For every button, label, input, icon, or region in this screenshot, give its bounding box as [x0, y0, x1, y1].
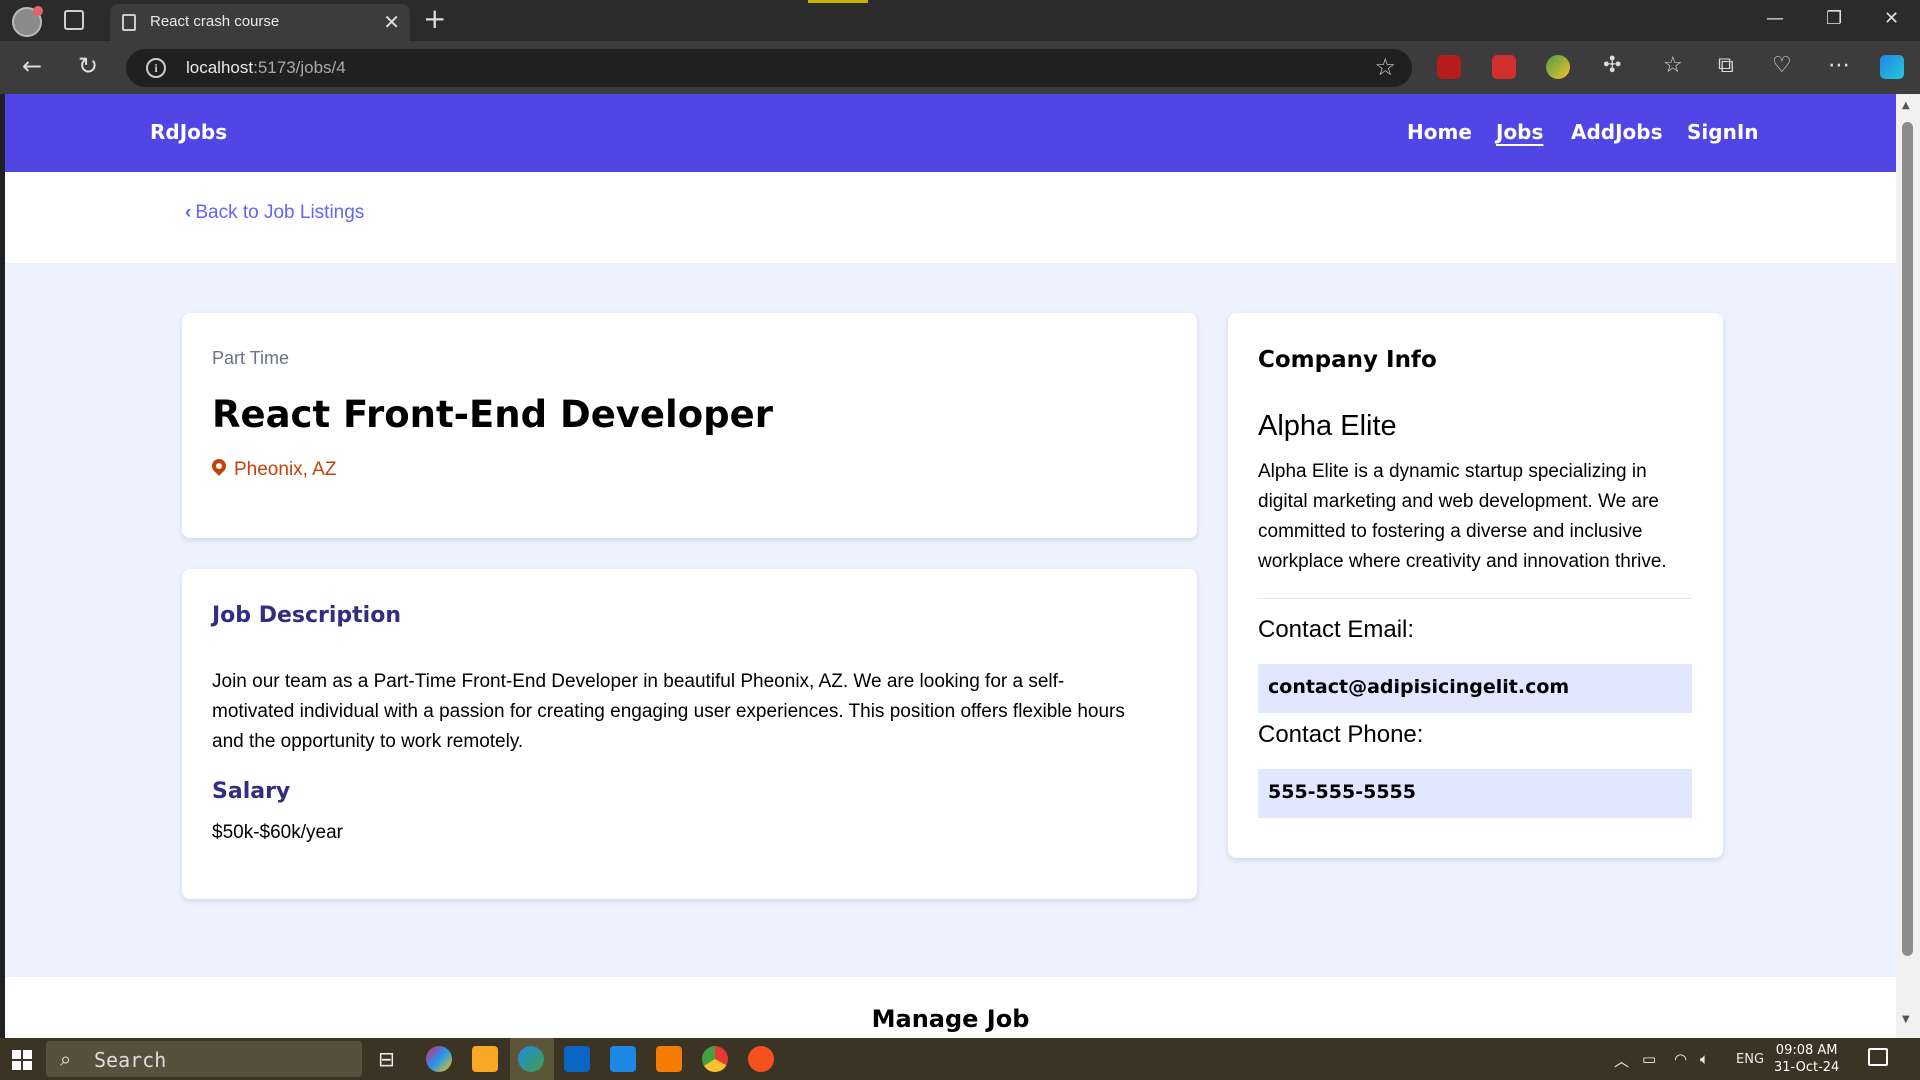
- scroll-up-icon[interactable]: ▲: [1902, 100, 1910, 111]
- edge-browser-icon[interactable]: [518, 1046, 544, 1072]
- top-navbar: RdJobs Home Jobs AddJobs SignIn: [5, 94, 1896, 172]
- tab-title: React crash course: [150, 13, 280, 30]
- map-marker-icon: [209, 456, 229, 476]
- linkedin-icon[interactable]: [564, 1046, 590, 1072]
- job-type: Part Time: [212, 348, 290, 368]
- job-location: Pheonix, AZ: [209, 456, 336, 481]
- scrollbar-thumb[interactable]: [1902, 122, 1913, 956]
- contact-phone-label: Contact Phone:: [1258, 721, 1424, 748]
- tab-actions-icon[interactable]: [64, 10, 84, 30]
- sublime-icon[interactable]: [656, 1046, 682, 1072]
- company-name: Alpha Elite: [1258, 410, 1397, 442]
- chevron-up-icon[interactable]: ︿: [1614, 1050, 1629, 1071]
- file-explorer-icon[interactable]: [472, 1046, 498, 1072]
- company-description: Alpha Elite is a dynamic startup special…: [1258, 461, 1667, 572]
- clock-date: 31-Oct-24: [1774, 1060, 1840, 1075]
- color-extension-icon[interactable]: [1546, 55, 1570, 79]
- nav-link-home[interactable]: Home: [1407, 120, 1472, 144]
- vscode-icon[interactable]: [610, 1046, 636, 1072]
- brand-logo[interactable]: RdJobs: [150, 120, 227, 144]
- extensions-puzzle-icon[interactable]: ✣: [1603, 54, 1621, 78]
- copilot-icon[interactable]: [1880, 55, 1904, 79]
- browser-tab-bar: React crash course ✕ + — ❐ ✕: [0, 0, 1920, 41]
- back-to-listings-link[interactable]: ‹ Back to Job Listings: [185, 202, 364, 224]
- collections-icon[interactable]: ⧉: [1718, 54, 1734, 78]
- copilot-app-icon[interactable]: [426, 1046, 452, 1072]
- language-indicator[interactable]: ENG: [1736, 1052, 1764, 1067]
- nav-link-signin[interactable]: SignIn: [1687, 120, 1759, 144]
- nav-link-addjobs[interactable]: AddJobs: [1571, 120, 1663, 144]
- windows-taskbar: ⌕ Search ⊟ ︿ ▭ ◠ 🔈︎ ENG 09:08 AM 31-Oct-…: [0, 1038, 1920, 1080]
- refresh-icon[interactable]: ↻: [78, 53, 98, 79]
- chrome-icon[interactable]: [702, 1046, 728, 1072]
- browser-toolbar: ← ↻ i localhost:5173/jobs/4 ☆ ✣ ☆ ⧉ ♡ ⋯: [0, 41, 1920, 94]
- close-window-icon[interactable]: ✕: [1884, 8, 1899, 29]
- windows-start-icon[interactable]: [12, 1050, 32, 1070]
- site-info-icon[interactable]: i: [146, 58, 166, 78]
- company-info-heading: Company Info: [1258, 347, 1437, 373]
- back-arrow-icon[interactable]: ←: [22, 53, 42, 79]
- page-viewport: RdJobs Home Jobs AddJobs SignIn ‹ Back to…: [5, 94, 1896, 1038]
- taskbar-clock[interactable]: 09:08 AM 31-Oct-24: [1774, 1042, 1839, 1076]
- browser-essentials-icon[interactable]: ♡: [1772, 54, 1792, 78]
- new-tab-icon[interactable]: +: [423, 4, 446, 34]
- company-info-card: Company Info Alpha Elite Alpha Elite is …: [1228, 313, 1723, 858]
- battery-icon[interactable]: ▭: [1642, 1050, 1656, 1068]
- task-view-icon[interactable]: ⊟: [378, 1047, 395, 1071]
- contact-phone-value: 555-555-5555: [1258, 769, 1692, 818]
- job-title: React Front-End Developer: [212, 393, 773, 436]
- extension-icon[interactable]: [1492, 55, 1516, 79]
- favorites-icon[interactable]: ☆: [1663, 54, 1683, 78]
- browser-tab[interactable]: React crash course ✕: [110, 4, 410, 41]
- favorite-star-icon[interactable]: ☆: [1374, 53, 1396, 81]
- volume-icon[interactable]: 🔈︎: [1700, 1050, 1709, 1068]
- profile-avatar-icon[interactable]: [12, 6, 43, 37]
- close-tab-icon[interactable]: ✕: [383, 10, 400, 34]
- page-scrollbar[interactable]: ▲ ▼: [1896, 94, 1920, 1038]
- minimize-icon[interactable]: —: [1766, 8, 1784, 29]
- search-icon: ⌕: [60, 1047, 72, 1071]
- restore-icon[interactable]: ❐: [1826, 8, 1842, 29]
- notifications-icon[interactable]: [1868, 1048, 1888, 1066]
- salary-heading: Salary: [212, 779, 291, 804]
- url-text[interactable]: localhost:5173/jobs/4: [186, 58, 346, 78]
- job-description-card: Job Description Join our team as a Part-…: [182, 569, 1197, 899]
- more-menu-icon[interactable]: ⋯: [1828, 54, 1850, 78]
- search-placeholder: Search: [94, 1048, 167, 1072]
- page-icon: [122, 14, 136, 31]
- scroll-down-icon[interactable]: ▼: [1902, 1014, 1910, 1025]
- taskbar-search[interactable]: ⌕ Search: [46, 1041, 362, 1077]
- clock-time: 09:08 AM: [1775, 1043, 1838, 1058]
- chevron-left-icon: ‹: [185, 202, 192, 223]
- postman-icon[interactable]: [748, 1046, 774, 1072]
- job-description-text: Join our team as a Part-Time Front-End D…: [212, 671, 1125, 752]
- contact-email-value: contact@adipisicingelit.com: [1258, 664, 1692, 713]
- manage-job-heading: Manage Job: [871, 1005, 1030, 1033]
- tab-indicator: [808, 0, 868, 3]
- nav-link-jobs[interactable]: Jobs: [1496, 120, 1543, 144]
- divider: [1258, 598, 1692, 599]
- wifi-icon[interactable]: ◠: [1674, 1050, 1687, 1068]
- job-description-heading: Job Description: [212, 603, 401, 628]
- manage-job-section: Manage Job: [5, 977, 1896, 1038]
- back-bar: ‹ Back to Job Listings: [5, 172, 1896, 263]
- job-header-card: Part Time React Front-End Developer Pheo…: [182, 313, 1197, 538]
- address-bar[interactable]: i localhost:5173/jobs/4 ☆: [126, 49, 1412, 87]
- salary-value: $50k-$60k/year: [212, 822, 343, 843]
- contact-email-label: Contact Email:: [1258, 616, 1415, 643]
- ublock-extension-icon[interactable]: [1437, 55, 1461, 79]
